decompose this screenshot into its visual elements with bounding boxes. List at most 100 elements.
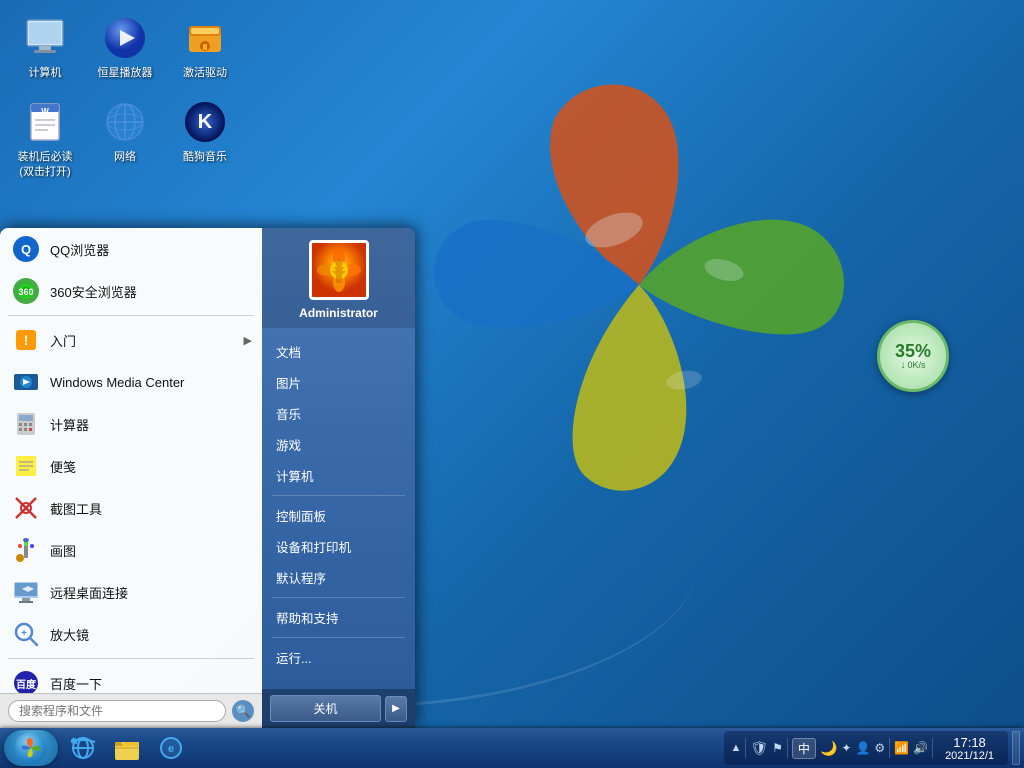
snipping-label: 截图工具: [50, 499, 252, 518]
menu-item-calculator[interactable]: 计算器: [0, 403, 262, 445]
right-menu-run[interactable]: 运行...: [262, 642, 415, 673]
desktop-icon-post-install[interactable]: W 装机后必读(双击打开): [10, 94, 80, 183]
magnifier-icon: +: [10, 618, 42, 650]
menu-item-magnifier[interactable]: + 放大镜: [0, 613, 262, 655]
sticky-notes-label: 便笺: [50, 457, 252, 476]
svg-text:e: e: [168, 743, 174, 755]
windows-flag-small: [20, 737, 42, 759]
desktop-icons-area: 计算机 W 装机后必读(双击打开): [10, 10, 240, 230]
qq-browser-label: QQ浏览器: [50, 240, 252, 259]
separator-2: [8, 658, 254, 659]
getting-started-arrow: ▶: [244, 334, 252, 347]
right-menu-documents[interactable]: 文档: [262, 336, 415, 367]
360-browser-label: 360安全浏览器: [50, 282, 252, 301]
start-button[interactable]: [4, 730, 58, 766]
sticky-notes-icon: [10, 450, 42, 482]
hengxing-icon-img: [101, 14, 149, 62]
desktop-icon-computer[interactable]: 计算机: [10, 10, 80, 84]
taskbar-right: ▲ 🛡 ⚑ 中 🌙 ✦ 👤 ⚙ 📶 🔊: [724, 731, 1020, 765]
taskbar-app-explorer[interactable]: [106, 730, 148, 766]
speed-arrow: ↓: [900, 360, 905, 371]
menu-item-paint[interactable]: 画图: [0, 529, 262, 571]
hengxing-icon-label: 恒星播放器: [98, 66, 153, 80]
search-button[interactable]: 🔍: [232, 700, 254, 722]
network-icon-img: [101, 98, 149, 146]
menu-item-sticky-notes[interactable]: 便笺: [0, 445, 262, 487]
tray-expand-arrow[interactable]: ▲: [730, 742, 741, 754]
tray-icon-security[interactable]: 🛡: [750, 740, 768, 757]
system-tray: ▲ 🛡 ⚑ 中 🌙 ✦ 👤 ⚙ 📶 🔊: [724, 731, 1008, 765]
menu-item-remote[interactable]: 远程桌面连接: [0, 571, 262, 613]
tray-icon-action-center[interactable]: ⚑: [772, 741, 783, 755]
activate-icon-img: [181, 14, 229, 62]
tray-icon-volume[interactable]: 🔊: [913, 741, 928, 755]
show-desktop-button[interactable]: [1012, 731, 1020, 765]
post-install-icon-img: W: [21, 98, 69, 146]
media-center-icon: [10, 366, 42, 398]
right-menu-pictures[interactable]: 图片: [262, 367, 415, 398]
right-menu-help[interactable]: 帮助和支持: [262, 602, 415, 633]
right-menu-music[interactable]: 音乐: [262, 398, 415, 429]
baidu-icon: 百度: [10, 667, 42, 693]
start-menu-left: Q QQ浏览器 360 360安全浏览器: [0, 228, 262, 728]
start-orb: [15, 732, 47, 764]
kugo-icon-label: 酷狗音乐: [183, 150, 227, 164]
user-avatar[interactable]: [309, 240, 369, 300]
right-menu-control-panel[interactable]: 控制面板: [262, 500, 415, 531]
tray-icon-settings[interactable]: ⚙: [874, 741, 885, 755]
right-separator-2: [272, 597, 405, 598]
right-menu-computer[interactable]: 计算机: [262, 460, 415, 491]
desktop-icon-hengxing[interactable]: 恒星播放器: [90, 10, 160, 84]
clock-time: 17:18: [953, 735, 986, 750]
start-menu: Q QQ浏览器 360 360安全浏览器: [0, 228, 415, 728]
tray-icon-ime2[interactable]: ✦: [841, 741, 851, 755]
menu-item-360-browser[interactable]: 360 360安全浏览器: [0, 270, 262, 312]
shutdown-bar: 关机 ▶: [262, 689, 415, 728]
tray-icon-user[interactable]: 👤: [855, 741, 870, 755]
speed-percent: 35%: [895, 342, 931, 360]
svg-text:+: +: [21, 628, 27, 639]
right-menu-items: 文档 图片 音乐 游戏 计算机 控制面板 设备和打印机 默认程序 帮助和支持 运…: [262, 328, 415, 689]
paint-label: 画图: [50, 541, 252, 560]
speed-widget: 35% ↓ 0K/s: [877, 320, 949, 392]
calculator-icon: [10, 408, 42, 440]
start-menu-search-bar: 🔍: [0, 693, 262, 728]
right-separator-3: [272, 637, 405, 638]
tray-icon-ime1[interactable]: 🌙: [820, 740, 837, 757]
menu-item-getting-started[interactable]: ! 入门 ▶: [0, 319, 262, 361]
taskbar-app-ie[interactable]: [62, 730, 104, 766]
right-menu-default[interactable]: 默认程序: [262, 562, 415, 593]
search-input[interactable]: [8, 700, 226, 722]
shutdown-arrow-button[interactable]: ▶: [385, 696, 407, 722]
tray-separator-3: [889, 738, 890, 758]
desktop-icon-activate[interactable]: 激活驱动: [170, 10, 240, 84]
menu-item-qq-browser[interactable]: Q QQ浏览器: [0, 228, 262, 270]
menu-item-snipping[interactable]: 截图工具: [0, 487, 262, 529]
svg-text:K: K: [198, 111, 213, 133]
right-separator-1: [272, 495, 405, 496]
user-name: Administrator: [299, 306, 378, 320]
360-browser-icon: 360: [10, 275, 42, 307]
menu-item-baidu[interactable]: 百度 百度一下: [0, 662, 262, 693]
language-button[interactable]: 中: [792, 738, 816, 759]
right-menu-devices[interactable]: 设备和打印机: [262, 531, 415, 562]
media-center-label: Windows Media Center: [50, 375, 252, 390]
desktop-icon-network[interactable]: 网络: [90, 94, 160, 168]
clock-area[interactable]: 17:18 2021/12/1: [937, 733, 1002, 764]
tray-separator-1: [745, 738, 746, 758]
shutdown-button[interactable]: 关机: [270, 695, 381, 722]
right-menu-games[interactable]: 游戏: [262, 429, 415, 460]
computer-icon-label: 计算机: [29, 66, 62, 80]
remote-label: 远程桌面连接: [50, 583, 252, 602]
tray-separator-2: [787, 738, 788, 758]
desktop-icon-kugo[interactable]: K 酷狗音乐: [170, 94, 240, 168]
getting-started-label: 入门: [50, 331, 236, 350]
kugo-icon-img: K: [181, 98, 229, 146]
svg-text:W: W: [41, 107, 49, 116]
taskbar-app-ie2[interactable]: e: [150, 730, 192, 766]
tray-separator-4: [932, 738, 933, 758]
tray-icon-network[interactable]: 📶: [894, 741, 909, 755]
svg-text:!: !: [24, 332, 29, 348]
separator-1: [8, 315, 254, 316]
menu-item-media-center[interactable]: Windows Media Center: [0, 361, 262, 403]
